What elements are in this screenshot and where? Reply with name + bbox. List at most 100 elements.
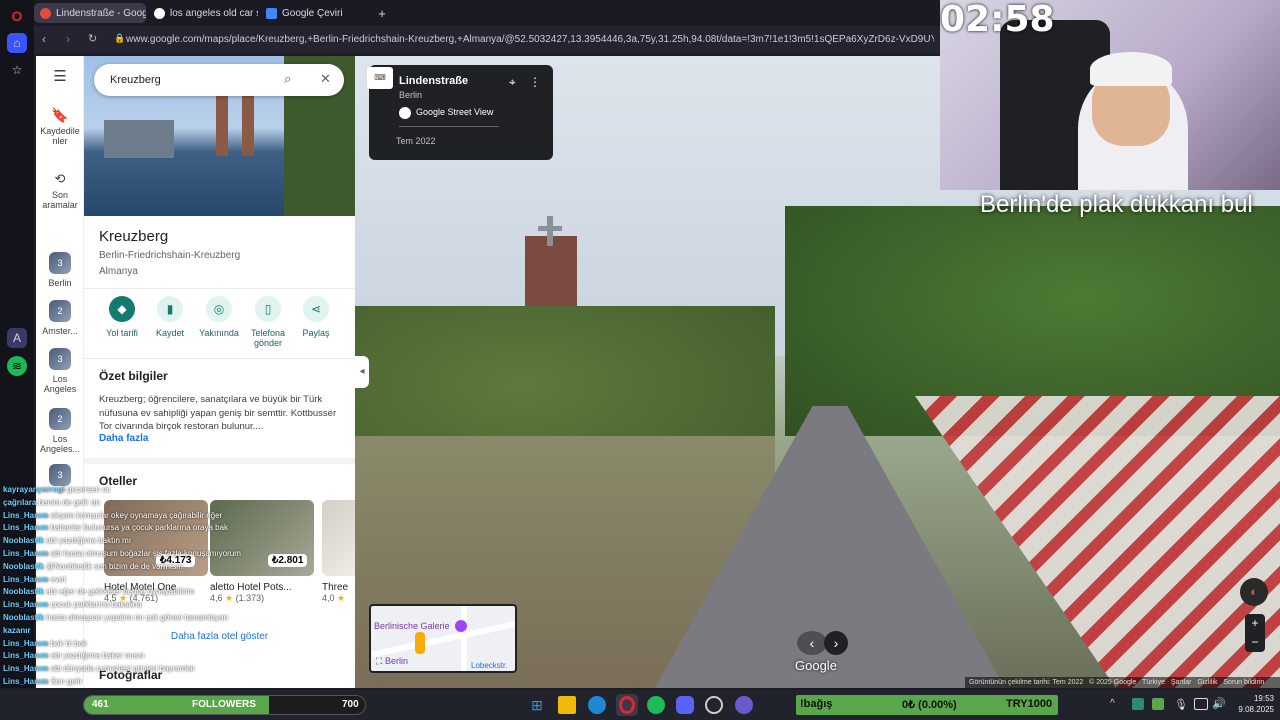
chat-message: Lins_Hanım babanlar bulunursa ya çocuk p…: [3, 523, 229, 533]
clock[interactable]: 19:53 9.08.2025: [1234, 693, 1274, 715]
action-label: Paylaş: [302, 328, 330, 338]
url-input[interactable]: www.google.com/maps/place/Kreuzberg,+Ber…: [126, 31, 934, 49]
share-button[interactable]: ⋖ Paylaş: [290, 296, 342, 338]
opera-logo-icon[interactable]: O: [7, 6, 27, 26]
photo-building: [104, 120, 174, 158]
followers-goal: 700: [342, 699, 359, 710]
rail-item-label: Berlin: [48, 278, 72, 288]
photo-tower: [242, 96, 254, 156]
discord-icon[interactable]: [676, 696, 694, 714]
send-to-phone-button[interactable]: ▯ Telefona gönder: [242, 296, 294, 348]
map-label-berlin: Berlin: [385, 656, 409, 666]
search-icon[interactable]: ⌕: [284, 71, 291, 87]
rail-saved-label: Kaydedile nler: [40, 126, 80, 146]
next-arrow-icon[interactable]: ›: [824, 631, 848, 655]
action-label: Telefona gönder: [250, 328, 286, 348]
spotify-taskbar-icon[interactable]: [647, 696, 665, 714]
menu-icon[interactable]: ☰: [36, 69, 84, 84]
tray-chevron-icon[interactable]: ^: [1110, 698, 1115, 709]
clock-date: 9.08.2025: [1238, 705, 1274, 714]
footer-privacy[interactable]: Gizlilik: [1197, 679, 1217, 686]
rail-item-los-angeles[interactable]: 3 Los Angeles: [36, 348, 84, 394]
close-icon[interactable]: ✕: [320, 71, 331, 87]
footer-terms[interactable]: Şartlar: [1171, 679, 1192, 686]
star-icon[interactable]: ☆: [7, 60, 27, 80]
tab-google-ceviri[interactable]: Google Çeviri: [260, 3, 360, 23]
donation-label: !bağış: [800, 698, 833, 710]
forward-icon[interactable]: ›: [66, 32, 70, 46]
chat-message: kazanır: [3, 625, 31, 635]
home-icon[interactable]: ⌂: [7, 33, 27, 53]
tab-los-angeles[interactable]: los angeles old car sale - (: [148, 3, 258, 23]
network-icon[interactable]: [1194, 698, 1208, 710]
tab-label: los angeles old car sale - (: [170, 7, 258, 19]
directions-button[interactable]: ◆ Yol tarifi: [96, 296, 148, 338]
more-vert-icon[interactable]: ⋮: [529, 75, 541, 89]
street-name: Lindenstraße: [399, 75, 469, 87]
opera-taskbar-button[interactable]: [616, 694, 638, 716]
tray-app-icon[interactable]: [1152, 698, 1164, 710]
directions-icon: ◆: [109, 296, 135, 322]
mini-map[interactable]: Berlinische Galerie Berlin Lobeckstr. ⛶: [369, 604, 517, 673]
rail-recent-label: Son aramalar: [42, 190, 78, 210]
compass-icon[interactable]: ◐: [1240, 578, 1268, 606]
summary-more-link[interactable]: Daha fazla: [99, 433, 148, 444]
bookmark-icon: 🔖: [51, 107, 69, 123]
footer-region[interactable]: Türkiye: [1142, 679, 1165, 686]
microphone-icon[interactable]: 🎙: [1174, 698, 1188, 711]
location-pin-icon[interactable]: ⌖: [509, 75, 516, 90]
windows-start-icon[interactable]: ⊞: [528, 696, 546, 714]
rail-item-amsterdam[interactable]: 2 Amster...: [36, 300, 84, 336]
rail-recent[interactable]: ⟲ Son aramalar: [36, 172, 84, 210]
app-icon[interactable]: [735, 696, 753, 714]
nearby-button[interactable]: ◎ Yakınında: [193, 296, 245, 338]
rail-thumb: 2: [49, 300, 71, 322]
action-label: Kaydet: [155, 328, 185, 338]
volume-icon[interactable]: 🔊: [1212, 697, 1226, 710]
summary-text: Kreuzberg; öğrencilere, sanatçılara ve b…: [99, 394, 337, 432]
followers-count: 461: [92, 699, 109, 710]
zoom-out-icon[interactable]: −: [1245, 633, 1265, 652]
footer-copyright: © 2025 Google: [1089, 679, 1137, 686]
back-icon[interactable]: ‹: [42, 32, 46, 46]
pegman-icon[interactable]: [415, 632, 425, 654]
aria-icon[interactable]: A: [7, 328, 27, 348]
museum-pin-icon: [455, 620, 467, 632]
prev-arrow-icon[interactable]: ‹: [797, 631, 827, 655]
rail-item-berlin[interactable]: 3 Berlin: [36, 252, 84, 288]
edge-icon[interactable]: [588, 696, 606, 714]
summary-heading: Özet bilgiler: [99, 369, 168, 383]
footer-report[interactable]: Sorun bildirin: [1223, 679, 1264, 686]
keyboard-icon[interactable]: ⌨: [367, 67, 393, 89]
tray-app-icon[interactable]: [1132, 698, 1144, 710]
rail-thumb: 3: [49, 464, 71, 486]
taskbar: 461 FOLLOWERS 700 ⊞ !bağış 0₺ (0.00%) TR…: [0, 690, 1280, 720]
expand-icon[interactable]: ⛶: [376, 656, 382, 667]
stream-timer: 02:58: [940, 0, 1055, 40]
spotify-icon[interactable]: ≋: [7, 356, 27, 376]
tab-lindenstrasse[interactable]: Lindenstraße - Google Ha: [34, 3, 146, 23]
phone-icon: ▯: [255, 296, 281, 322]
chat-message: Lins_Hanım çocuk parklarına baksana: [3, 600, 142, 610]
chat-message: Lins_Hanım abi hasta olmuşum boğazlar şi…: [3, 548, 241, 558]
zoom-control[interactable]: + −: [1245, 614, 1265, 652]
rail-saved[interactable]: 🔖 Kaydedile nler: [36, 107, 84, 146]
rail-item-label: Los Angeles...: [39, 434, 81, 454]
save-button[interactable]: ▮ Kaydet: [144, 296, 196, 338]
lock-icon: 🔒: [114, 33, 126, 43]
chat-message: Lins_Hanım abi dünyada cumartesi günleri…: [3, 664, 196, 674]
streetview-card: ⌨ Lindenstraße Berlin ⌖ ⋮ Google Street …: [367, 65, 553, 160]
search-input[interactable]: Kreuzberg: [94, 64, 344, 96]
action-label: Yol tarifi: [106, 328, 138, 338]
rail-thumb: 2: [49, 408, 71, 430]
photo-tower: [216, 96, 228, 156]
reload-icon[interactable]: ↻: [88, 32, 97, 45]
rail-item-los-angeles-2[interactable]: 2 Los Angeles...: [36, 408, 84, 454]
collapse-panel-button[interactable]: ◂: [355, 356, 369, 388]
file-explorer-icon[interactable]: [558, 696, 576, 714]
zoom-in-icon[interactable]: +: [1245, 614, 1265, 633]
google-logo: Google: [795, 658, 837, 673]
new-tab-button[interactable]: +: [372, 3, 392, 23]
obs-icon[interactable]: [705, 696, 723, 714]
followers-label: FOLLOWERS: [192, 699, 256, 710]
